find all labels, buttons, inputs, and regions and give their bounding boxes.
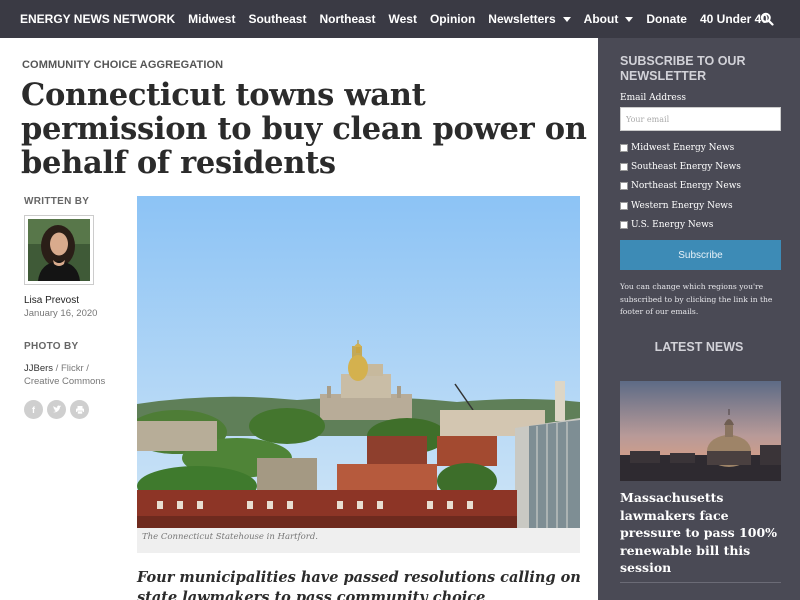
massachusetts-statehouse-image (620, 381, 781, 481)
checkbox[interactable] (620, 201, 628, 210)
photo-credit-separator: / (83, 363, 89, 374)
nav-newsletters[interactable]: Newsletters (482, 12, 577, 26)
twitter-icon[interactable] (47, 400, 66, 419)
checkbox[interactable] (620, 143, 628, 152)
newsletter-option-western[interactable]: Western Energy News (620, 196, 741, 215)
newsletter-option-us[interactable]: U.S. Energy News (620, 216, 741, 235)
author-name-link[interactable]: Lisa Prevost (24, 295, 124, 306)
nav-southeast[interactable]: Southeast (242, 12, 313, 26)
photo-by-label: PHOTO BY (24, 341, 79, 352)
newsletter-option-label: Northeast Energy News (631, 181, 742, 192)
nav-northeast[interactable]: Northeast (313, 12, 382, 26)
facebook-icon[interactable]: f (24, 400, 43, 419)
newsletter-option-midwest[interactable]: Midwest Energy News (620, 138, 741, 157)
newsletter-option-label: Western Energy News (631, 200, 733, 211)
newsletter-option-label: Southeast Energy News (631, 162, 741, 173)
nav-newsletters-label: Newsletters (488, 12, 556, 26)
newsletter-options: Midwest Energy News Southeast Energy New… (620, 138, 741, 235)
checkbox[interactable] (620, 221, 628, 230)
written-by-label: WRITTEN BY (24, 196, 90, 207)
top-nav: ENERGY NEWS NETWORK Midwest Southeast No… (0, 0, 800, 38)
photo-credit: JJBers / Flickr / Creative Commons (24, 362, 124, 388)
nav-about[interactable]: About (577, 12, 640, 26)
author-portrait-image (28, 219, 90, 281)
sidebar: SUBSCRIBE TO OUR NEWSLETTER Email Addres… (598, 38, 800, 600)
newsletter-option-southeast[interactable]: Southeast Energy News (620, 157, 741, 176)
newsletter-option-label: Midwest Energy News (631, 142, 735, 153)
statehouse-photo[interactable] (137, 196, 580, 528)
article-figure: The Connecticut Statehouse in Hartford. (137, 196, 580, 553)
subscribe-button[interactable]: Subscribe (620, 240, 781, 270)
share-buttons: f (24, 400, 124, 419)
byline-column: WRITTEN BY Lisa Prevost January 16, 2020… (24, 196, 124, 419)
chevron-down-icon (562, 16, 571, 22)
brand-logo-link[interactable]: ENERGY NEWS NETWORK (0, 12, 182, 26)
checkbox[interactable] (620, 163, 628, 172)
nav-opinion[interactable]: Opinion (423, 12, 481, 26)
photo-credit-separator: / (53, 363, 61, 374)
email-label: Email Address (620, 93, 686, 103)
author-avatar[interactable] (24, 215, 94, 285)
nav-donate[interactable]: Donate (640, 12, 694, 26)
latest-story-link[interactable]: Massachusetts lawmakers face pressure to… (620, 489, 788, 577)
nav-west[interactable]: West (382, 12, 423, 26)
article-category-link[interactable]: COMMUNITY CHOICE AGGREGATION (22, 59, 223, 71)
publish-date: January 16, 2020 (24, 308, 98, 319)
newsletter-heading: SUBSCRIBE TO OUR NEWSLETTER (620, 54, 746, 83)
article-headline: Connecticut towns want permission to buy… (21, 77, 587, 181)
article-main: COMMUNITY CHOICE AGGREGATION Connecticut… (0, 38, 598, 600)
checkbox[interactable] (620, 182, 628, 191)
nav-about-label: About (583, 12, 619, 26)
photo-credit-source: Flickr (60, 363, 84, 374)
article-dek: Four municipalities have passed resoluti… (137, 569, 581, 600)
chevron-down-icon (625, 16, 634, 22)
photo-credit-license: Creative Commons (24, 376, 106, 387)
nav-midwest[interactable]: Midwest (182, 12, 242, 26)
newsletter-option-northeast[interactable]: Northeast Energy News (620, 177, 741, 196)
email-field[interactable] (620, 107, 781, 131)
latest-story-thumbnail[interactable] (620, 381, 781, 481)
search-icon[interactable] (760, 12, 774, 26)
sidebar-divider (620, 582, 781, 583)
photo-credit-author-link[interactable]: JJBers (24, 363, 53, 374)
print-icon[interactable] (70, 400, 89, 419)
photo-caption: The Connecticut Statehouse in Hartford. (142, 532, 318, 542)
subscribe-note: You can change which regions you're subs… (620, 282, 773, 316)
newsletter-option-label: U.S. Energy News (631, 220, 714, 231)
latest-news-heading: LATEST NEWS (654, 340, 744, 354)
